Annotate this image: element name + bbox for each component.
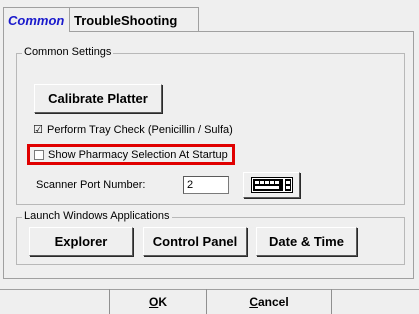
pharmacy-selection-checkbox[interactable] bbox=[34, 150, 44, 160]
scanner-port-input[interactable]: 2 bbox=[183, 176, 229, 194]
pharmacy-selection-label: Show Pharmacy Selection At Startup bbox=[48, 149, 228, 161]
tab-troubleshooting[interactable]: TroubleShooting bbox=[69, 7, 199, 32]
ok-button[interactable]: OK bbox=[109, 289, 207, 314]
keyboard-icon bbox=[250, 177, 293, 193]
explorer-button[interactable]: Explorer bbox=[29, 227, 133, 256]
pharmacy-selection-row[interactable]: Show Pharmacy Selection At Startup bbox=[34, 149, 228, 161]
scanner-port-label: Scanner Port Number: bbox=[36, 179, 146, 191]
launch-apps-legend: Launch Windows Applications bbox=[22, 210, 172, 222]
calibrate-platter-button[interactable]: Calibrate Platter bbox=[34, 84, 162, 113]
calibrate-platter-label: Calibrate Platter bbox=[48, 91, 148, 106]
common-settings-legend: Common Settings bbox=[22, 46, 114, 58]
date-time-button[interactable]: Date & Time bbox=[256, 227, 357, 256]
ok-label: OK bbox=[148, 294, 167, 309]
control-panel-label: Control Panel bbox=[152, 234, 238, 249]
date-time-label: Date & Time bbox=[269, 234, 344, 249]
cancel-button[interactable]: Cancel bbox=[206, 289, 332, 314]
explorer-label: Explorer bbox=[54, 234, 108, 249]
scanner-port-value: 2 bbox=[187, 179, 194, 191]
tab-common[interactable]: Common bbox=[3, 7, 70, 32]
tray-check-label: Perform Tray Check (Penicillin / Sulfa) bbox=[47, 124, 233, 136]
tab-troubleshooting-label: TroubleShooting bbox=[74, 12, 178, 28]
keyboard-button[interactable] bbox=[243, 172, 300, 198]
tray-check-row[interactable]: ☑ Perform Tray Check (Penicillin / Sulfa… bbox=[33, 124, 233, 136]
control-panel-button[interactable]: Control Panel bbox=[143, 227, 247, 256]
tray-check-checkbox[interactable]: ☑ bbox=[33, 124, 43, 135]
cancel-label: Cancel bbox=[249, 294, 289, 309]
tab-common-label: Common bbox=[8, 12, 65, 28]
